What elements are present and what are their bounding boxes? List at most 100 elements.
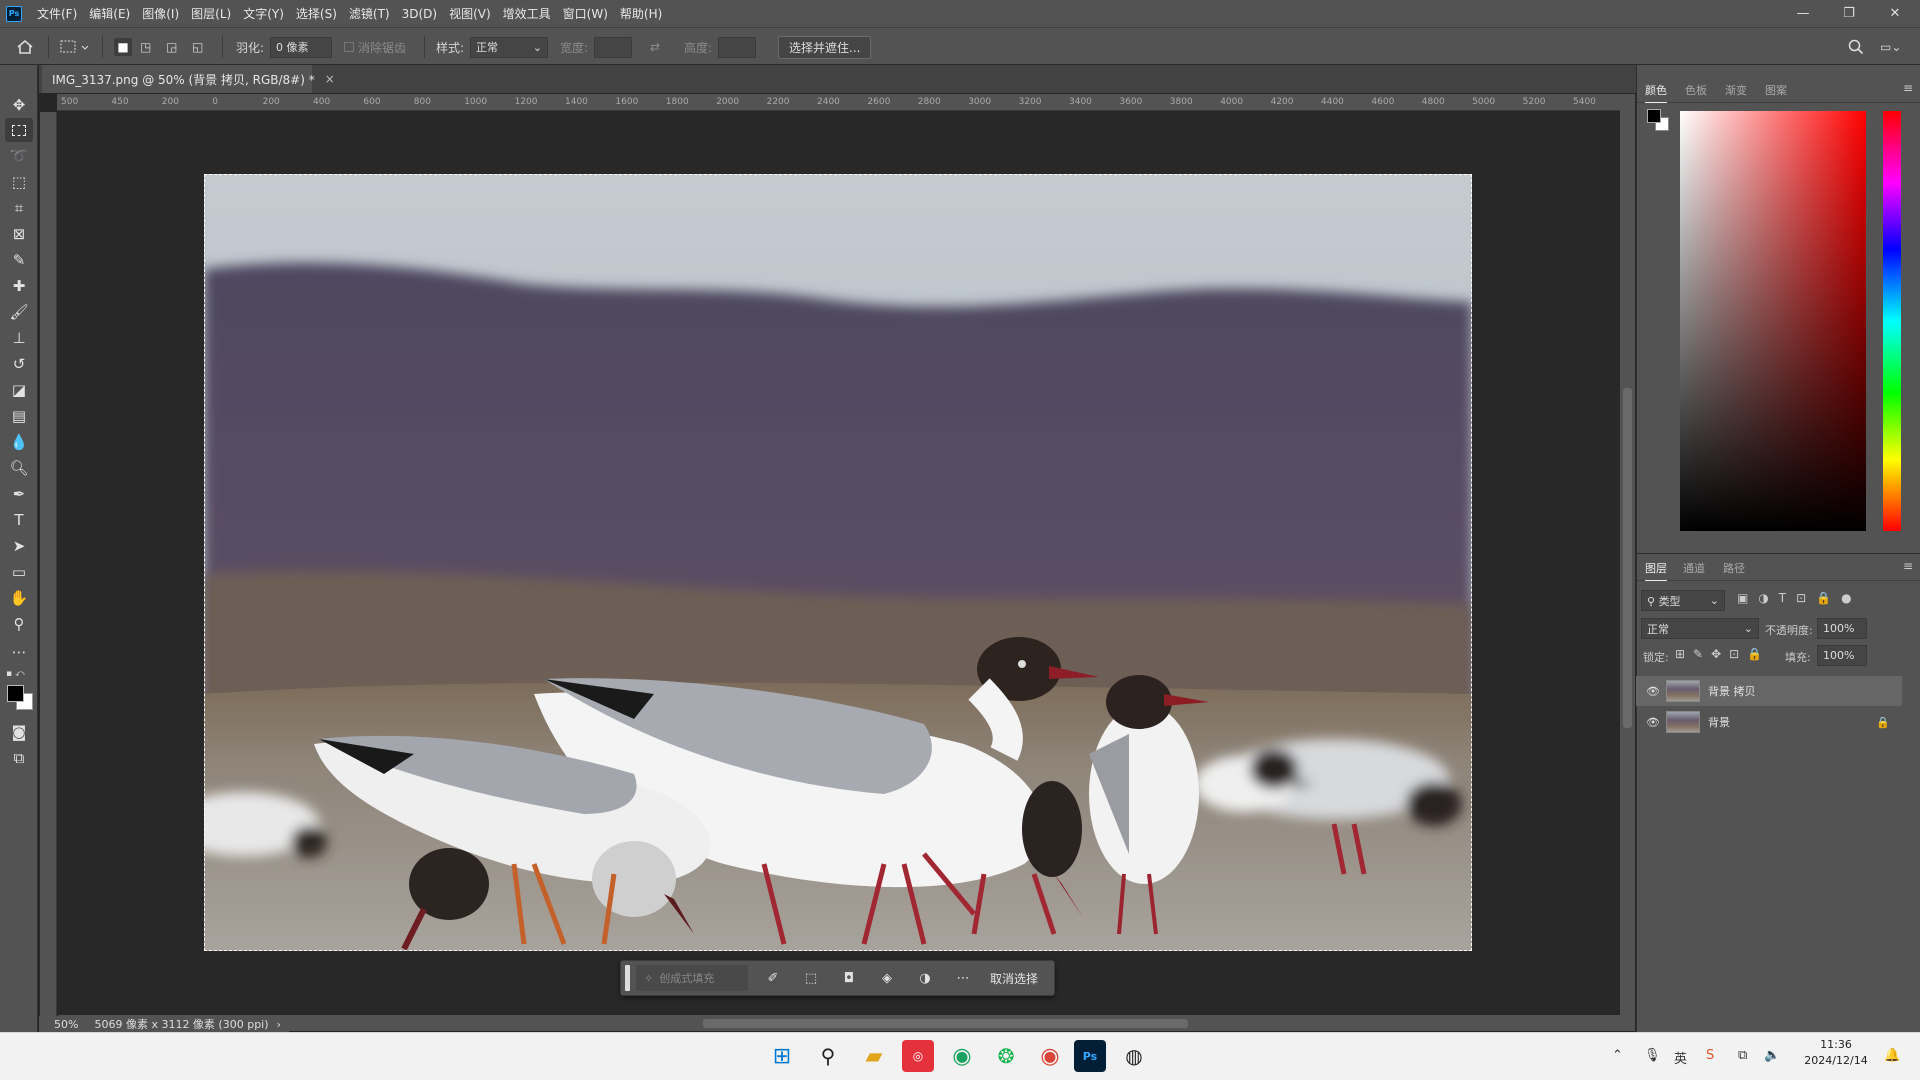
frame-icon[interactable]: ⊠ bbox=[5, 222, 33, 246]
document-tab[interactable]: IMG_3137.png @ 50% (背景 拷贝, RGB/8#) * × bbox=[42, 65, 335, 93]
width-input[interactable] bbox=[594, 36, 632, 58]
menu-image[interactable]: 图像(I) bbox=[136, 5, 185, 22]
microphone-icon[interactable]: 🎙 bbox=[1644, 1048, 1661, 1063]
intersect-selection-icon[interactable]: ◱ bbox=[192, 28, 203, 66]
adjustment-icon[interactable]: ◑ bbox=[906, 960, 944, 996]
tab-layers[interactable]: 图层 bbox=[1645, 555, 1667, 581]
style-select[interactable]: 正常 ⌄ bbox=[470, 36, 548, 58]
select-and-mask-button[interactable]: 选择并遮住... bbox=[778, 35, 872, 59]
search-icon[interactable] bbox=[1848, 28, 1864, 66]
vertical-scroll-thumb[interactable] bbox=[1623, 388, 1632, 728]
new-selection-icon[interactable]: ■ bbox=[114, 28, 132, 66]
volume-icon[interactable]: 🔈 bbox=[1764, 1048, 1780, 1063]
antialias-checkbox[interactable]: 消除锯齿 bbox=[344, 28, 406, 66]
quick-mask-icon[interactable]: ◙ bbox=[5, 720, 33, 744]
clock-date[interactable]: 2024/12/14 bbox=[1800, 1054, 1872, 1067]
transform-selection-icon[interactable]: ⬚ bbox=[792, 960, 830, 996]
swap-colors-icon[interactable]: ▪ ⤺ bbox=[6, 669, 32, 681]
modify-selection-icon[interactable]: ✐ bbox=[754, 960, 792, 996]
tab-color[interactable]: 颜色 bbox=[1645, 77, 1667, 103]
add-selection-icon[interactable]: ◳ bbox=[140, 28, 151, 66]
clock-time[interactable]: 11:36 bbox=[1800, 1038, 1872, 1051]
eye-icon[interactable]: 👁 bbox=[1646, 716, 1660, 729]
mask-icon[interactable]: ◘ bbox=[830, 960, 868, 996]
gradient-icon[interactable]: ▤ bbox=[5, 404, 33, 428]
layer-row-background[interactable]: 👁 背景 🔒 bbox=[1636, 707, 1902, 737]
rectangle-tool-icon[interactable]: ▭ bbox=[5, 560, 33, 584]
menu-window[interactable]: 窗口(W) bbox=[557, 5, 614, 22]
workspace-icon[interactable]: ▭⌄ bbox=[1880, 28, 1901, 66]
subtract-selection-icon[interactable]: ◲ bbox=[166, 28, 177, 66]
eraser-icon[interactable]: ◪ bbox=[5, 378, 33, 402]
eyedropper-icon[interactable]: ✎ bbox=[5, 248, 33, 272]
menu-select[interactable]: 选择(S) bbox=[290, 5, 343, 22]
tab-gradients[interactable]: 渐变 bbox=[1725, 77, 1747, 103]
brush-icon[interactable]: 🖌 bbox=[5, 300, 33, 324]
generative-fill-button[interactable]: ✧ 创成式填充 bbox=[636, 965, 748, 991]
notification-icon[interactable]: 🔔 bbox=[1884, 1048, 1900, 1063]
menu-filter[interactable]: 滤镜(T) bbox=[343, 5, 396, 22]
healing-brush-icon[interactable]: ✚ bbox=[5, 274, 33, 298]
restore-icon[interactable]: ❐ bbox=[1826, 0, 1872, 27]
chrome-second-icon[interactable]: ◉ bbox=[1034, 1040, 1066, 1072]
menu-edit[interactable]: 编辑(E) bbox=[83, 5, 136, 22]
hand-tool-icon[interactable]: ✋ bbox=[5, 586, 33, 610]
horizontal-scroll-thumb[interactable] bbox=[703, 1019, 1188, 1028]
panel-menu-icon[interactable]: ≡ bbox=[1903, 81, 1913, 95]
menu-file[interactable]: 文件(F) bbox=[31, 5, 83, 22]
menu-layer[interactable]: 图层(L) bbox=[185, 5, 237, 22]
chevron-right-icon[interactable]: › bbox=[277, 1018, 281, 1031]
foreground-color-swatch[interactable] bbox=[7, 685, 24, 702]
chrome-icon[interactable]: ◉ bbox=[946, 1040, 978, 1072]
chevron-up-icon[interactable]: ⌃ bbox=[1612, 1048, 1623, 1063]
blend-mode-select[interactable]: 正常 ⌄ bbox=[1641, 618, 1759, 639]
screen-mode-icon[interactable]: ⧉ bbox=[5, 746, 33, 770]
opacity-input[interactable]: 100% bbox=[1817, 618, 1867, 639]
tab-patterns[interactable]: 图案 bbox=[1765, 77, 1787, 103]
layer-name[interactable]: 背景 bbox=[1708, 714, 1730, 730]
layer-filter-select[interactable]: ⚲ 类型 ⌄ bbox=[1641, 590, 1725, 611]
zoom-tool-icon[interactable]: ⚲ bbox=[5, 612, 33, 636]
home-icon[interactable] bbox=[16, 28, 34, 66]
layers-menu-icon[interactable]: ≡ bbox=[1903, 559, 1913, 573]
hue-slider[interactable] bbox=[1883, 111, 1901, 531]
tab-paths[interactable]: 路径 bbox=[1723, 555, 1745, 581]
menu-plugins[interactable]: 增效工具 bbox=[497, 5, 557, 22]
document-image[interactable] bbox=[204, 174, 1472, 951]
file-explorer-icon[interactable]: ▰ bbox=[858, 1040, 890, 1072]
move-tool-icon[interactable]: ✥ bbox=[5, 93, 33, 117]
layer-name[interactable]: 背景 拷贝 bbox=[1708, 683, 1756, 699]
drag-handle[interactable] bbox=[625, 965, 630, 991]
obs-icon[interactable]: ◍ bbox=[1118, 1040, 1150, 1072]
swap-icon[interactable]: ⇄ bbox=[650, 28, 660, 66]
menu-help[interactable]: 帮助(H) bbox=[614, 5, 668, 22]
more-tools-icon[interactable]: ⋯ bbox=[5, 640, 33, 664]
dodge-icon[interactable]: 🔍︎ bbox=[5, 456, 33, 480]
close-window-icon[interactable]: ✕ bbox=[1872, 0, 1918, 27]
minimize-icon[interactable]: — bbox=[1780, 0, 1826, 27]
layer-row-background-copy[interactable]: 👁 背景 拷贝 bbox=[1636, 676, 1902, 706]
menu-3d[interactable]: 3D(D) bbox=[396, 7, 443, 21]
blur-icon[interactable]: 💧 bbox=[5, 430, 33, 454]
tab-channels[interactable]: 通道 bbox=[1683, 555, 1705, 581]
lock-icons[interactable]: ⊞✎✥⊡🔒 bbox=[1675, 647, 1770, 661]
type-tool-icon[interactable]: T bbox=[5, 508, 33, 532]
search-taskbar-icon[interactable]: ⚲ bbox=[812, 1040, 844, 1072]
color-fg-swatch[interactable] bbox=[1647, 109, 1661, 123]
height-input[interactable] bbox=[718, 36, 756, 58]
feather-input[interactable]: 0 像素 bbox=[270, 36, 332, 58]
pen-icon[interactable]: ✒ bbox=[5, 482, 33, 506]
eye-icon[interactable]: 👁 bbox=[1646, 685, 1660, 698]
color-saturation-field[interactable] bbox=[1680, 111, 1866, 531]
rectangular-marquee-icon[interactable] bbox=[5, 118, 33, 142]
fill-icon[interactable]: ◈ bbox=[868, 960, 906, 996]
more-options-icon[interactable]: ⋯ bbox=[944, 960, 982, 996]
windows-start-icon[interactable]: ⊞ bbox=[766, 1040, 798, 1072]
network-icon[interactable]: ⧉ bbox=[1738, 1048, 1747, 1063]
close-tab-icon[interactable]: × bbox=[325, 72, 335, 86]
zoom-level[interactable]: 50% bbox=[54, 1018, 78, 1031]
lasso-icon[interactable]: ➰ bbox=[5, 144, 33, 168]
netease-music-icon[interactable]: ◎ bbox=[902, 1040, 934, 1072]
fill-input[interactable]: 100% bbox=[1817, 645, 1867, 666]
ime-icon[interactable]: 英 bbox=[1674, 1048, 1687, 1067]
